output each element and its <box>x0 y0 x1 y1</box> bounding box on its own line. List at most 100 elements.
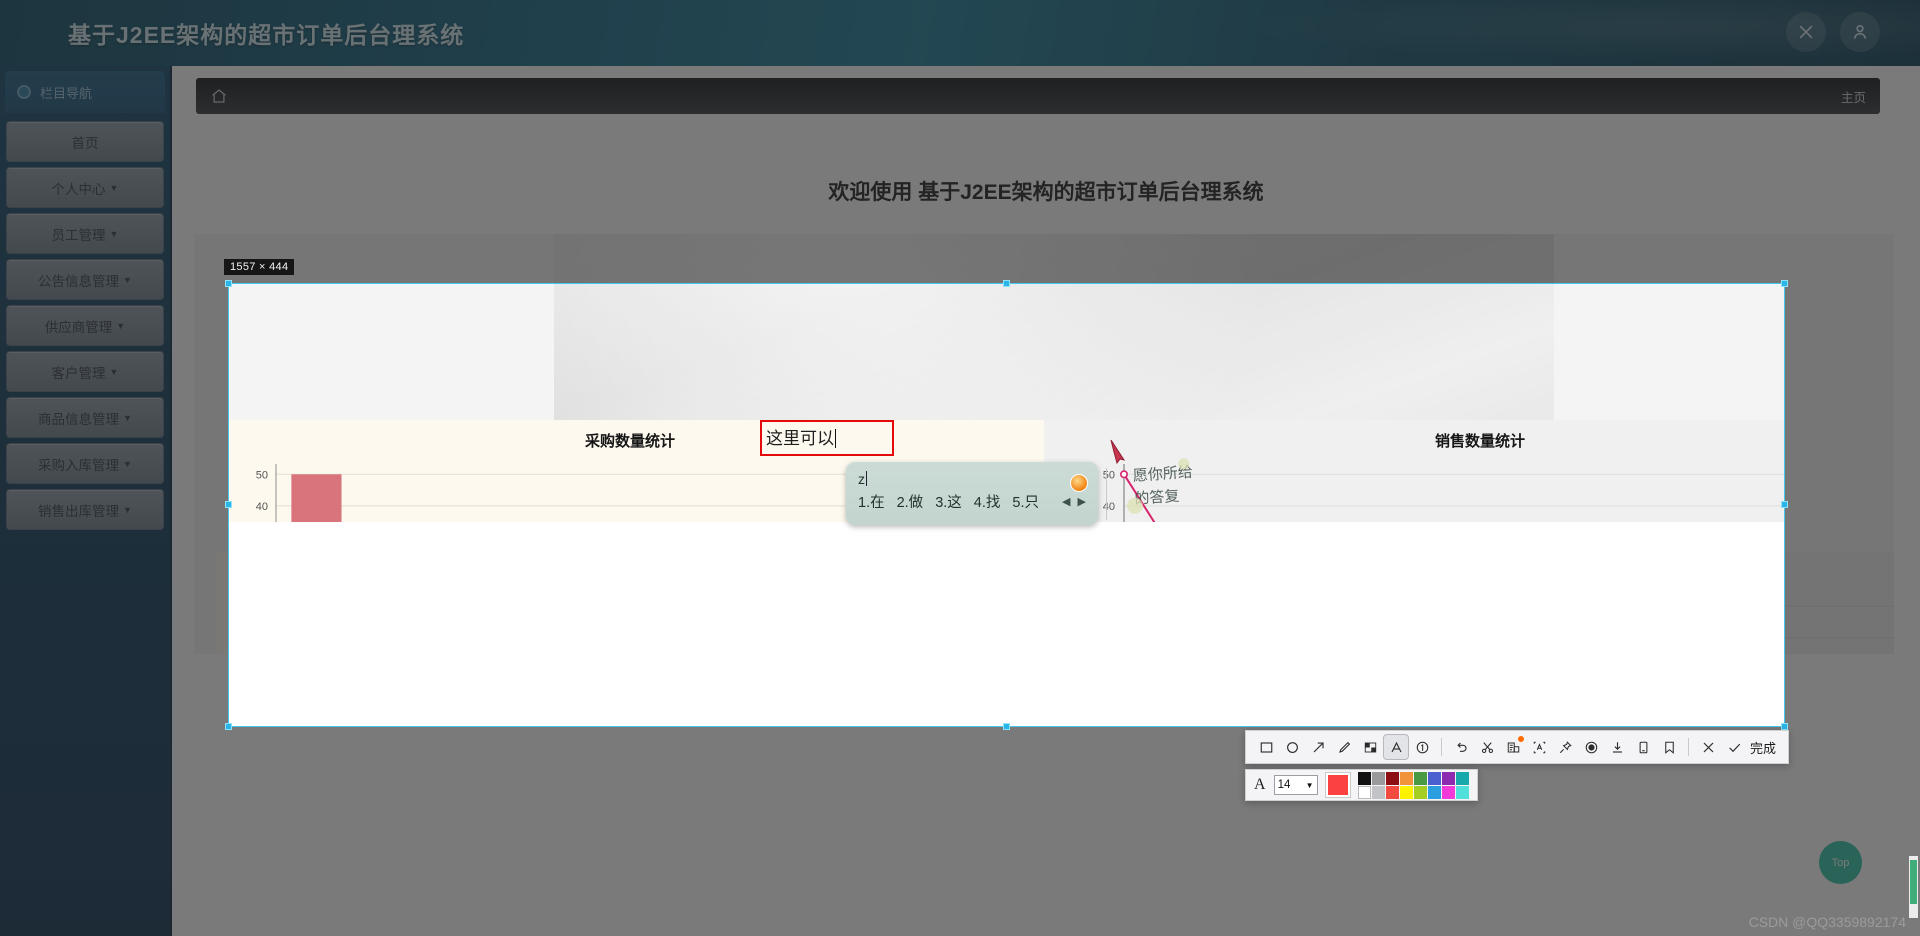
ime-divider <box>1106 468 1107 520</box>
ime-candidate[interactable]: 3.这 <box>935 491 962 512</box>
arrow-tool[interactable] <box>1306 735 1330 759</box>
font-icon: A <box>1254 776 1266 793</box>
ime-candidate[interactable]: 2.做 <box>897 491 924 512</box>
color-swatch[interactable] <box>1371 771 1385 785</box>
sidebar-item-label: 员工管理 <box>51 227 106 243</box>
sidebar-item-product-info-management[interactable]: 商品信息管理 ▼ <box>6 397 164 438</box>
color-swatch[interactable] <box>1413 785 1427 799</box>
pen-cursor-icon <box>1110 439 1126 464</box>
sidebar-item-label: 销售出库管理 <box>38 503 120 519</box>
ime-composition-text: z <box>858 470 865 487</box>
resize-handle-top-left[interactable] <box>225 280 232 287</box>
ime-composition: z <box>858 467 1088 490</box>
ocr-badge <box>1518 736 1524 742</box>
color-swatch[interactable] <box>1427 785 1441 799</box>
color-swatch[interactable] <box>1357 771 1371 785</box>
ime-candidate[interactable]: 4.找 <box>974 491 1001 512</box>
color-swatch[interactable] <box>1371 785 1385 799</box>
sidebar-item-label: 商品信息管理 <box>38 411 120 427</box>
current-color-swatch[interactable] <box>1324 772 1351 798</box>
resize-handle-top-right[interactable] <box>1781 280 1788 287</box>
sidebar-item-home[interactable]: 首页 <box>6 121 164 162</box>
sidebar-item-customer-management[interactable]: 客户管理 ▼ <box>6 351 164 392</box>
sidebar-item-label: 公告信息管理 <box>38 273 120 289</box>
sidebar-item-label: 供应商管理 <box>44 319 113 335</box>
confirm-tool[interactable] <box>1722 735 1746 759</box>
ime-page-arrows[interactable]: ◀ ▶ <box>1062 495 1088 508</box>
color-swatch[interactable] <box>1385 785 1399 799</box>
page-title: 欢迎使用 基于J2EE架构的超市订单后台理系统 <box>828 181 1264 204</box>
pin-tool[interactable] <box>1553 735 1577 759</box>
chevron-down-icon: ▼ <box>109 367 119 377</box>
resize-handle-middle-right[interactable] <box>1781 501 1788 508</box>
serial-number-tool[interactable] <box>1410 735 1434 759</box>
sidebar-nav-header-label: 栏目导航 <box>40 85 93 101</box>
ocr-tool[interactable] <box>1501 735 1525 759</box>
sidebar-item-label: 客户管理 <box>51 365 106 381</box>
breadcrumb-current: 主页 <box>1840 90 1866 105</box>
color-swatch[interactable] <box>1427 771 1441 785</box>
color-swatch[interactable] <box>1357 785 1371 799</box>
scrollbar-thumb[interactable] <box>1910 860 1917 904</box>
footer-credit: CSDN @QQ3359892174 <box>1748 914 1906 930</box>
chevron-down-icon: ▼ <box>109 183 119 193</box>
ime-candidate[interactable]: 5.只 <box>1012 491 1039 512</box>
annotation-toolbar: 完成 <box>1245 730 1790 764</box>
color-swatch[interactable] <box>1455 771 1469 785</box>
header-button-group <box>1786 12 1880 52</box>
chevron-down-icon: ▼ <box>109 229 119 239</box>
resize-handle-top-center[interactable] <box>1003 280 1010 287</box>
resize-handle-middle-left[interactable] <box>225 501 232 508</box>
nav-bullet-icon <box>17 85 31 99</box>
font-size-value: 14 <box>1277 779 1291 791</box>
user-icon[interactable] <box>1840 12 1880 52</box>
color-swatch[interactable] <box>1399 771 1413 785</box>
resize-handle-bottom-right[interactable] <box>1781 723 1788 730</box>
translate-tool[interactable] <box>1527 735 1551 759</box>
download-tool[interactable] <box>1605 735 1629 759</box>
page-scrollbar[interactable] <box>1909 856 1918 918</box>
sidebar-item-purchase-inbound-management[interactable]: 采购入库管理 ▼ <box>6 443 164 484</box>
bookmark-tool[interactable] <box>1657 735 1681 759</box>
color-swatch[interactable] <box>1441 785 1455 799</box>
color-swatch[interactable] <box>1455 785 1469 799</box>
pencil-tool[interactable] <box>1332 735 1356 759</box>
color-swatch[interactable] <box>1413 771 1427 785</box>
ime-candidate[interactable]: 1.在 <box>858 491 885 512</box>
resize-handle-bottom-left[interactable] <box>225 723 232 730</box>
scroll-to-top-button[interactable]: Top <box>1819 841 1862 884</box>
sidebar-item-employee-management[interactable]: 员工管理 ▼ <box>6 213 164 254</box>
sidebar-item-announcement-management[interactable]: 公告信息管理 ▼ <box>6 259 164 300</box>
color-swatch[interactable] <box>1441 771 1455 785</box>
toolbar-divider <box>1441 738 1442 756</box>
chevron-down-icon: ▼ <box>123 413 132 423</box>
done-button[interactable]: 完成 <box>1748 738 1780 757</box>
color-swatch[interactable] <box>1399 785 1413 799</box>
scissors-tool[interactable] <box>1475 735 1499 759</box>
sidebar-nav-list: 首页 个人中心 ▼ 员工管理 ▼ 公告信息管理 ▼ 供应商管理 ▼ 客户管理 ▼ 商品信息… <box>0 113 170 530</box>
text-tool[interactable] <box>1383 734 1409 760</box>
font-size-select[interactable]: 14 ▼ <box>1273 775 1318 795</box>
color-palette[interactable] <box>1357 771 1469 799</box>
rectangle-tool[interactable] <box>1254 735 1278 759</box>
ime-logo-icon <box>1070 474 1088 492</box>
cancel-tool[interactable] <box>1696 735 1720 759</box>
ellipse-tool[interactable] <box>1280 735 1304 759</box>
close-icon[interactable] <box>1786 12 1826 52</box>
sidebar-item-supplier-management[interactable]: 供应商管理 ▼ <box>6 305 164 346</box>
sidebar-item-sales-outbound-management[interactable]: 销售出库管理 ▼ <box>6 489 164 530</box>
color-swatch[interactable] <box>1385 771 1399 785</box>
save-phone-tool[interactable] <box>1631 735 1655 759</box>
style-toolbar: A 14 ▼ <box>1245 769 1478 801</box>
sidebar-item-personal-center[interactable]: 个人中心 ▼ <box>6 167 164 208</box>
resize-handle-bottom-center[interactable] <box>1003 723 1010 730</box>
sidebar-nav-header: 栏目导航 <box>5 71 165 113</box>
text-annotation-box[interactable]: 这里可以 <box>760 420 894 456</box>
undo-tool[interactable] <box>1449 735 1473 759</box>
home-icon[interactable] <box>210 87 228 105</box>
ime-candidate-window[interactable]: z 1.在 2.做 3.这 4.找 5.只 ◀ ▶ <box>846 462 1098 525</box>
chevron-down-icon: ▼ <box>123 459 132 469</box>
chevron-down-icon: ▼ <box>1305 780 1314 790</box>
mosaic-tool[interactable] <box>1358 735 1382 759</box>
record-tool[interactable] <box>1579 735 1603 759</box>
